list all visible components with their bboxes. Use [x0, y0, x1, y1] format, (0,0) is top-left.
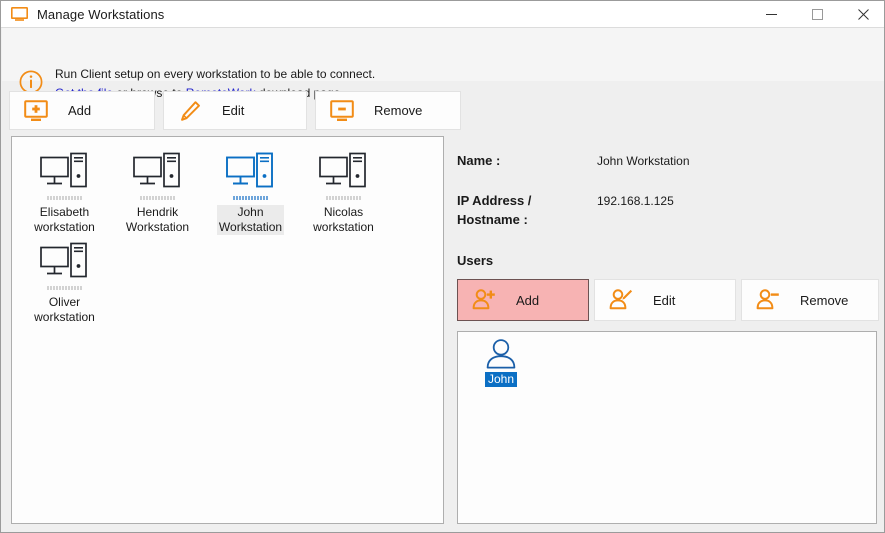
users-toolbar: Add Edit Remove: [457, 279, 879, 321]
users-grid: John: [458, 332, 876, 387]
add-workstation-button[interactable]: Add: [9, 91, 155, 130]
workstation-icon: [39, 242, 87, 278]
minimize-icon: [765, 14, 777, 15]
workstation-icon-shadow: [232, 196, 269, 200]
users-heading: Users: [457, 253, 494, 268]
info-line-1: Run Client setup on every workstation to…: [55, 67, 376, 81]
info-bar: Run Client setup on every workstation to…: [2, 28, 884, 100]
window-title: Manage Workstations: [37, 6, 165, 22]
close-button[interactable]: [840, 1, 884, 28]
workstation-item[interactable]: Elisabeth workstation: [18, 151, 111, 235]
monitor-plus-icon: [24, 99, 48, 121]
users-list-panel[interactable]: John: [457, 331, 877, 524]
monitor-icon: [11, 6, 28, 21]
window-controls: [748, 1, 884, 28]
add-user-label: Add: [516, 292, 540, 308]
remove-user-label: Remove: [800, 292, 849, 308]
pencil-icon: [181, 100, 200, 121]
workstation-icon: [132, 152, 180, 188]
workstation-grid: Elisabeth workstation Hendrik Workstatio…: [12, 137, 443, 325]
remove-user-button[interactable]: Remove: [741, 279, 879, 321]
workstation-item[interactable]: Hendrik Workstation: [111, 151, 204, 235]
workstation-toolbar: Add Edit Remove: [9, 91, 879, 130]
user-avatar-icon: [486, 339, 516, 369]
name-label: Name :: [457, 153, 501, 168]
user-minus-icon: [756, 289, 779, 310]
ip-address-label: IP Address / Hostname :: [457, 193, 532, 227]
workstation-icon: [39, 152, 87, 188]
remove-workstation-button[interactable]: Remove: [315, 91, 461, 130]
close-icon: [857, 9, 869, 20]
maximize-icon: [811, 9, 823, 20]
workstation-icon-shadow: [139, 196, 176, 200]
user-pencil-icon: [609, 289, 633, 310]
manage-workstations-window: Manage Workstations Run Client setup on …: [0, 0, 885, 533]
maximize-button[interactable]: [794, 1, 840, 28]
edit-workstation-button[interactable]: Edit: [163, 91, 307, 130]
workstation-icon: [318, 152, 366, 188]
workstation-icon-shadow: [46, 286, 83, 290]
workstation-list-panel[interactable]: Elisabeth workstation Hendrik Workstatio…: [11, 136, 444, 524]
user-plus-icon: [472, 289, 495, 310]
workstation-label: Hendrik Workstation: [125, 205, 190, 234]
workstation-item[interactable]: Oliver workstation: [18, 241, 111, 325]
workstation-label: Oliver workstation: [34, 295, 95, 324]
workstation-icon-shadow: [46, 196, 83, 200]
workstation-icon-shadow: [325, 196, 362, 200]
minimize-button[interactable]: [748, 1, 794, 28]
user-item-selected[interactable]: John: [466, 338, 536, 387]
workstation-label: Nicolas workstation: [313, 205, 374, 234]
add-user-button[interactable]: Add: [457, 279, 589, 321]
workstation-item[interactable]: Nicolas workstation: [297, 151, 390, 235]
add-workstation-label: Add: [68, 103, 92, 118]
ip-address-value: 192.168.1.125: [597, 194, 674, 208]
workstation-item-selected[interactable]: John Workstation: [204, 151, 297, 235]
edit-workstation-label: Edit: [222, 103, 245, 118]
workstation-icon: [225, 152, 273, 188]
remove-workstation-label: Remove: [374, 103, 423, 118]
user-label: John: [484, 372, 518, 387]
titlebar: Manage Workstations: [1, 1, 884, 28]
workstation-label: Elisabeth workstation: [34, 205, 95, 234]
edit-user-label: Edit: [653, 292, 676, 308]
edit-user-button[interactable]: Edit: [594, 279, 736, 321]
name-value: John Workstation: [597, 154, 690, 168]
workstation-label: John Workstation: [216, 205, 285, 235]
monitor-minus-icon: [330, 99, 354, 121]
